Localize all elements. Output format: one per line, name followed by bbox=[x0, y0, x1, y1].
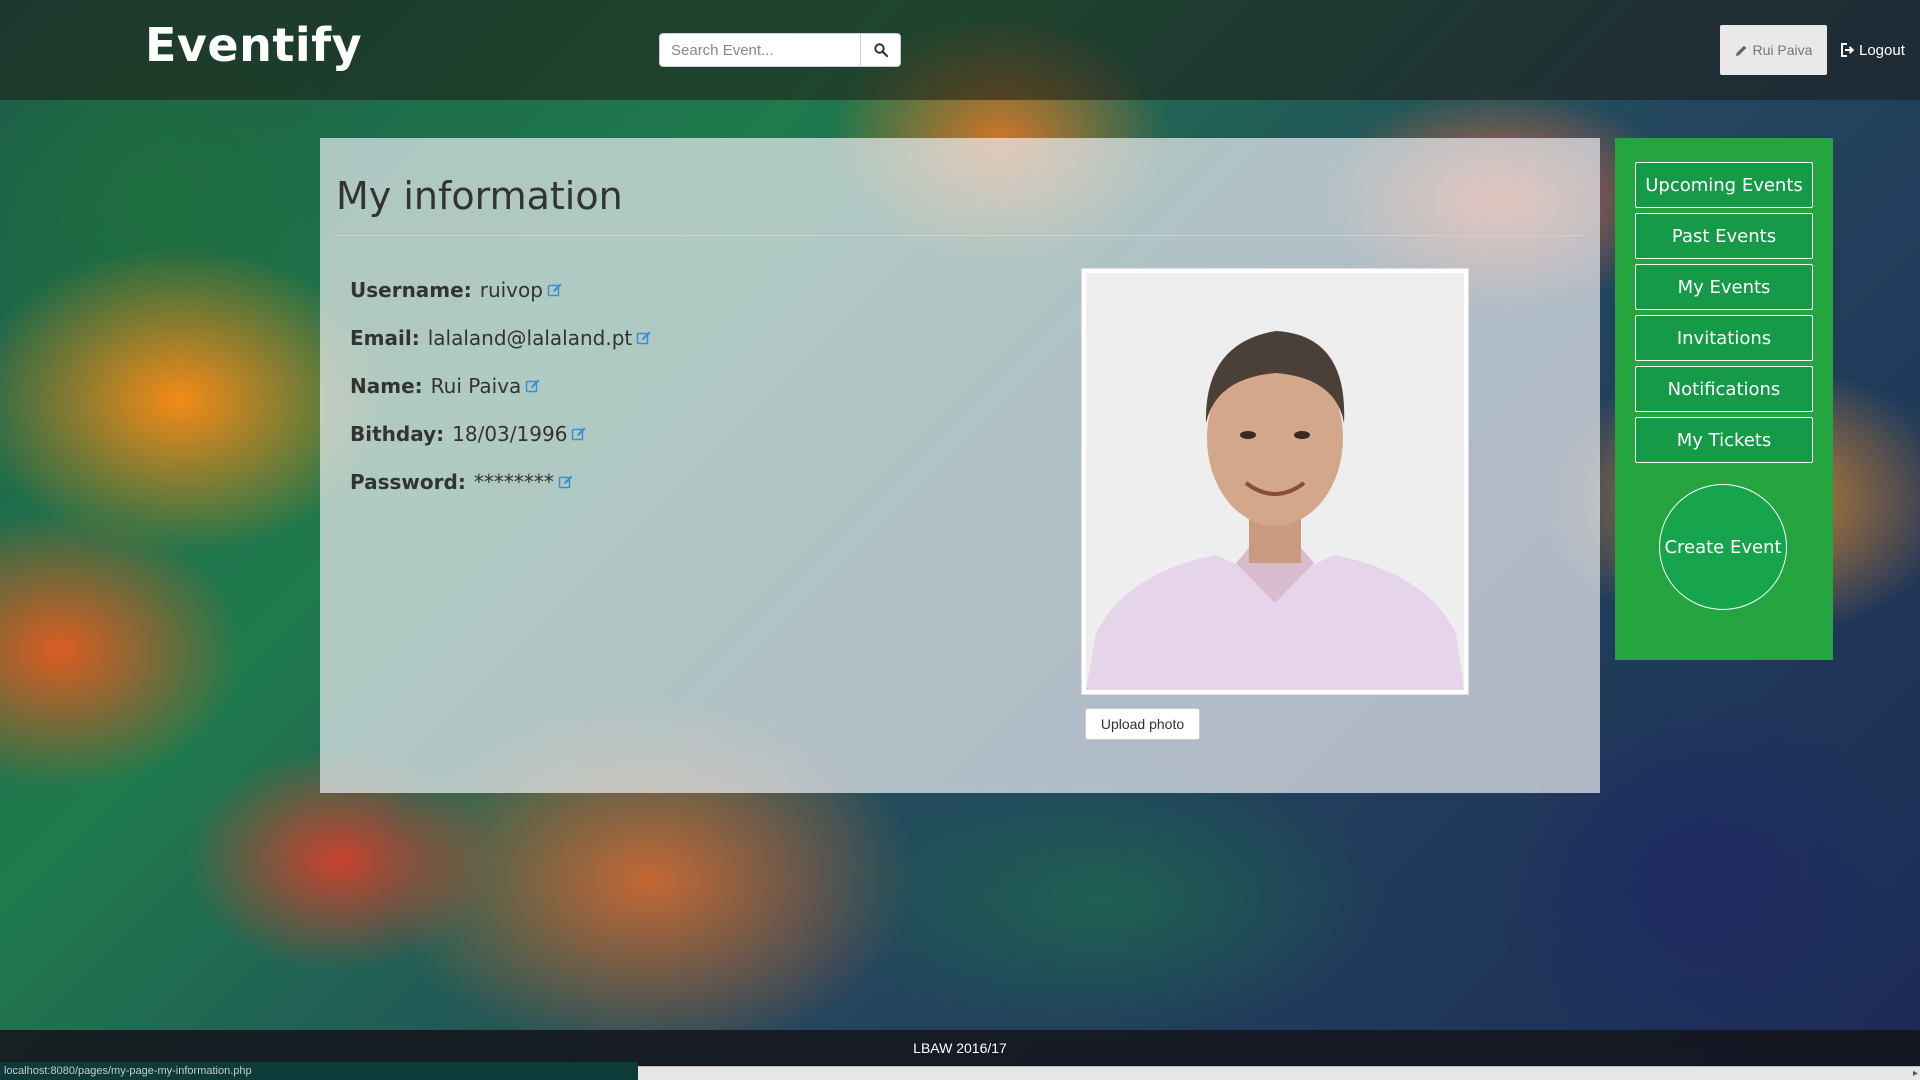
password-label: Password: bbox=[350, 470, 466, 494]
create-event-button[interactable]: Create Event bbox=[1659, 484, 1787, 610]
sidebar-item-past-events[interactable]: Past Events bbox=[1635, 213, 1813, 259]
sidebar-item-upcoming-events[interactable]: Upcoming Events bbox=[1635, 162, 1813, 208]
profile-photo-frame bbox=[1081, 268, 1469, 695]
upload-photo-button[interactable]: Upload photo bbox=[1085, 708, 1200, 740]
profile-photo bbox=[1086, 273, 1464, 690]
edit-icon[interactable] bbox=[547, 282, 563, 298]
email-row: Email: lalaland@lalaland.pt bbox=[350, 326, 652, 350]
footer-text: LBAW 2016/17 bbox=[913, 1040, 1007, 1056]
browser-status-bar: localhost:8080/pages/my-page-my-informat… bbox=[0, 1062, 638, 1080]
sidebar-item-my-events[interactable]: My Events bbox=[1635, 264, 1813, 310]
page-title: My information bbox=[336, 174, 623, 218]
name-label: Name: bbox=[350, 374, 423, 398]
email-label: Email: bbox=[350, 326, 420, 350]
username-value: ruivop bbox=[479, 278, 543, 302]
birthday-value: 18/03/1996 bbox=[452, 422, 568, 446]
user-profile-button[interactable]: Rui Paiva bbox=[1720, 25, 1827, 75]
top-navbar: Eventify Rui Paiva Logout bbox=[0, 0, 1920, 100]
sidebar-item-invitations[interactable]: Invitations bbox=[1635, 315, 1813, 361]
birthday-row: Bithday: 18/03/1996 bbox=[350, 422, 587, 446]
username-label: Username: bbox=[350, 278, 472, 302]
scroll-right-arrow-icon[interactable]: ▸ bbox=[1913, 1068, 1918, 1079]
edit-icon[interactable] bbox=[558, 474, 574, 490]
search-button[interactable] bbox=[861, 33, 901, 67]
username-row: Username: ruivop bbox=[350, 278, 563, 302]
logout-icon bbox=[1841, 43, 1855, 57]
search-input[interactable] bbox=[659, 33, 861, 67]
edit-icon[interactable] bbox=[571, 426, 587, 442]
sidebar-item-notifications[interactable]: Notifications bbox=[1635, 366, 1813, 412]
profile-photo-portrait bbox=[1086, 273, 1464, 690]
name-row: Name: Rui Paiva bbox=[350, 374, 541, 398]
sidebar-item-my-tickets[interactable]: My Tickets bbox=[1635, 417, 1813, 463]
my-information-panel: My information Username: ruivop Email: l… bbox=[320, 138, 1600, 793]
user-name: Rui Paiva bbox=[1752, 42, 1813, 58]
edit-icon[interactable] bbox=[636, 330, 652, 346]
birthday-label: Bithday: bbox=[350, 422, 445, 446]
horizontal-scrollbar[interactable]: ▸ bbox=[638, 1066, 1920, 1080]
name-value: Rui Paiva bbox=[430, 374, 522, 398]
search-bar bbox=[659, 33, 901, 67]
sidebar: Upcoming Events Past Events My Events In… bbox=[1615, 138, 1833, 660]
footer: LBAW 2016/17 bbox=[0, 1030, 1920, 1066]
password-row: Password: ******** bbox=[350, 470, 574, 494]
title-divider bbox=[336, 235, 1584, 236]
password-value: ******** bbox=[473, 470, 554, 494]
pencil-icon bbox=[1735, 45, 1746, 56]
search-icon bbox=[873, 43, 888, 57]
email-value: lalaland@lalaland.pt bbox=[427, 326, 633, 350]
brand-logo[interactable]: Eventify bbox=[145, 18, 362, 72]
edit-icon[interactable] bbox=[525, 378, 541, 394]
logout-button[interactable]: Logout bbox=[1840, 25, 1905, 75]
logout-label: Logout bbox=[1859, 41, 1905, 59]
